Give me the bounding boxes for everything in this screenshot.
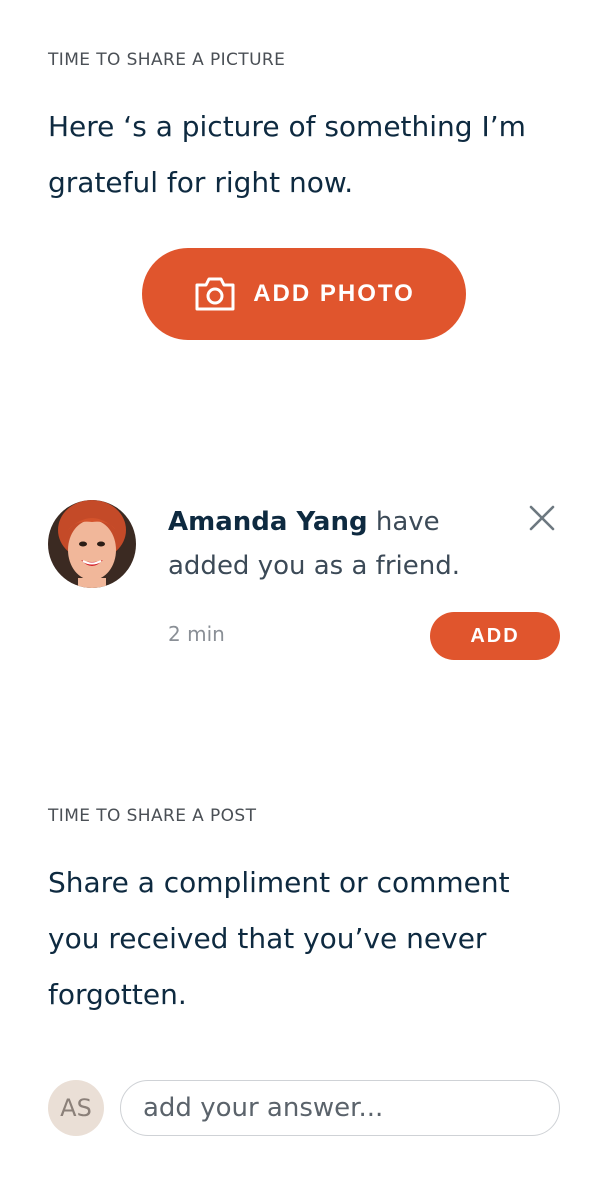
notification-time: 2 min	[168, 622, 225, 646]
add-photo-button[interactable]: ADD PHOTO	[142, 248, 466, 340]
notification-text: Amanda Yang have added you as a friend.	[168, 500, 508, 588]
camera-icon	[193, 276, 237, 312]
post-section-eyebrow: TIME TO SHARE A POST	[48, 806, 257, 826]
post-prompt: Share a compliment or comment you receiv…	[48, 866, 510, 1011]
picture-prompt: Here ‘s a picture of something I’m grate…	[48, 110, 526, 199]
picture-section-eyebrow: TIME TO SHARE A PICTURE	[48, 50, 286, 70]
add-friend-button[interactable]: ADD	[430, 612, 560, 660]
answer-input[interactable]	[120, 1080, 560, 1136]
close-icon[interactable]	[526, 502, 558, 534]
add-photo-label: ADD PHOTO	[253, 280, 415, 307]
user-initials-avatar: AS	[48, 1080, 104, 1136]
avatar[interactable]	[48, 500, 136, 588]
friend-name[interactable]: Amanda Yang	[168, 507, 368, 537]
